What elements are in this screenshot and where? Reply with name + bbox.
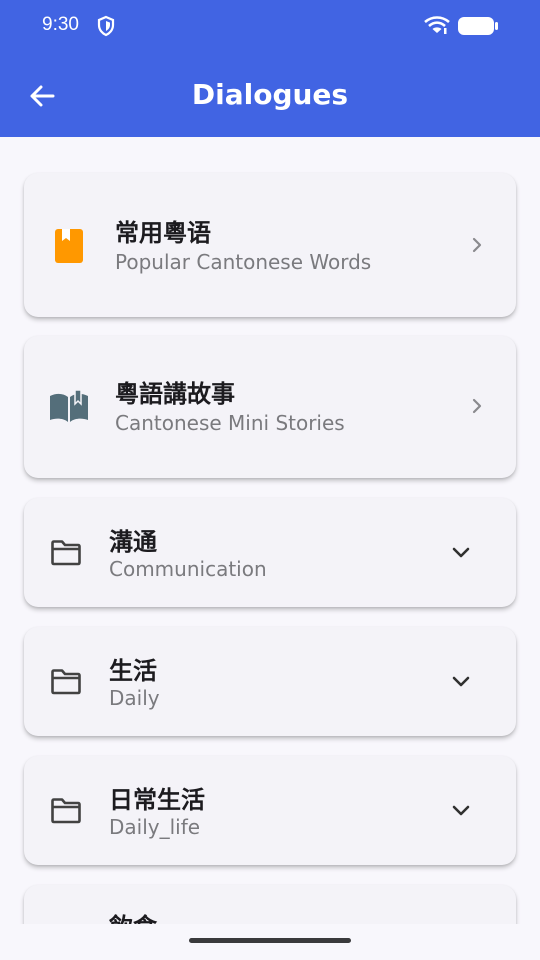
dialogue-list[interactable]: 常用粵语 Popular Cantonese Words 粵語講故事 Canto…	[0, 137, 540, 924]
list-item-daily-life[interactable]: 日常生活 Daily_life	[24, 756, 516, 865]
status-bar: 9:30	[0, 0, 540, 52]
item-title: 生活	[109, 657, 157, 685]
item-title: 粵語講故事	[115, 380, 235, 408]
expand-more-icon[interactable]	[450, 800, 472, 824]
app-bar: Dialogues	[0, 52, 540, 137]
item-title: 溝通	[109, 528, 157, 556]
item-subtitle: Daily_life	[109, 815, 201, 839]
item-subtitle: Popular Cantonese Words	[115, 250, 372, 274]
book-icon	[54, 228, 84, 268]
item-title: 常用粵语	[115, 219, 211, 247]
expand-more-icon[interactable]	[450, 542, 472, 566]
folder-icon	[50, 539, 82, 571]
chevron-right-icon	[468, 396, 486, 420]
item-subtitle: Daily	[109, 686, 160, 710]
list-item-mini-stories[interactable]: 粵語講故事 Cantonese Mini Stories	[24, 336, 516, 478]
item-title: 飲食	[109, 907, 157, 924]
wifi-icon	[424, 16, 450, 40]
item-subtitle: Communication	[109, 557, 267, 581]
list-item-communication[interactable]: 溝通 Communication	[24, 498, 516, 607]
expand-more-icon[interactable]	[450, 671, 472, 695]
chevron-right-icon	[468, 235, 486, 259]
battery-icon	[457, 16, 499, 40]
folder-icon	[50, 797, 82, 829]
page-title: Dialogues	[191, 78, 349, 111]
list-item-daily[interactable]: 生活 Daily	[24, 627, 516, 736]
shield-icon	[96, 15, 116, 41]
list-item-popular-words[interactable]: 常用粵语 Popular Cantonese Words	[24, 173, 516, 317]
status-time: 9:30	[42, 14, 79, 35]
folder-icon	[50, 668, 82, 700]
open-book-icon	[48, 388, 90, 428]
item-subtitle: Cantonese Mini Stories	[115, 411, 345, 435]
item-title: 日常生活	[109, 786, 205, 814]
list-item-food[interactable]: 飲食	[24, 885, 516, 924]
home-indicator[interactable]	[189, 938, 351, 943]
